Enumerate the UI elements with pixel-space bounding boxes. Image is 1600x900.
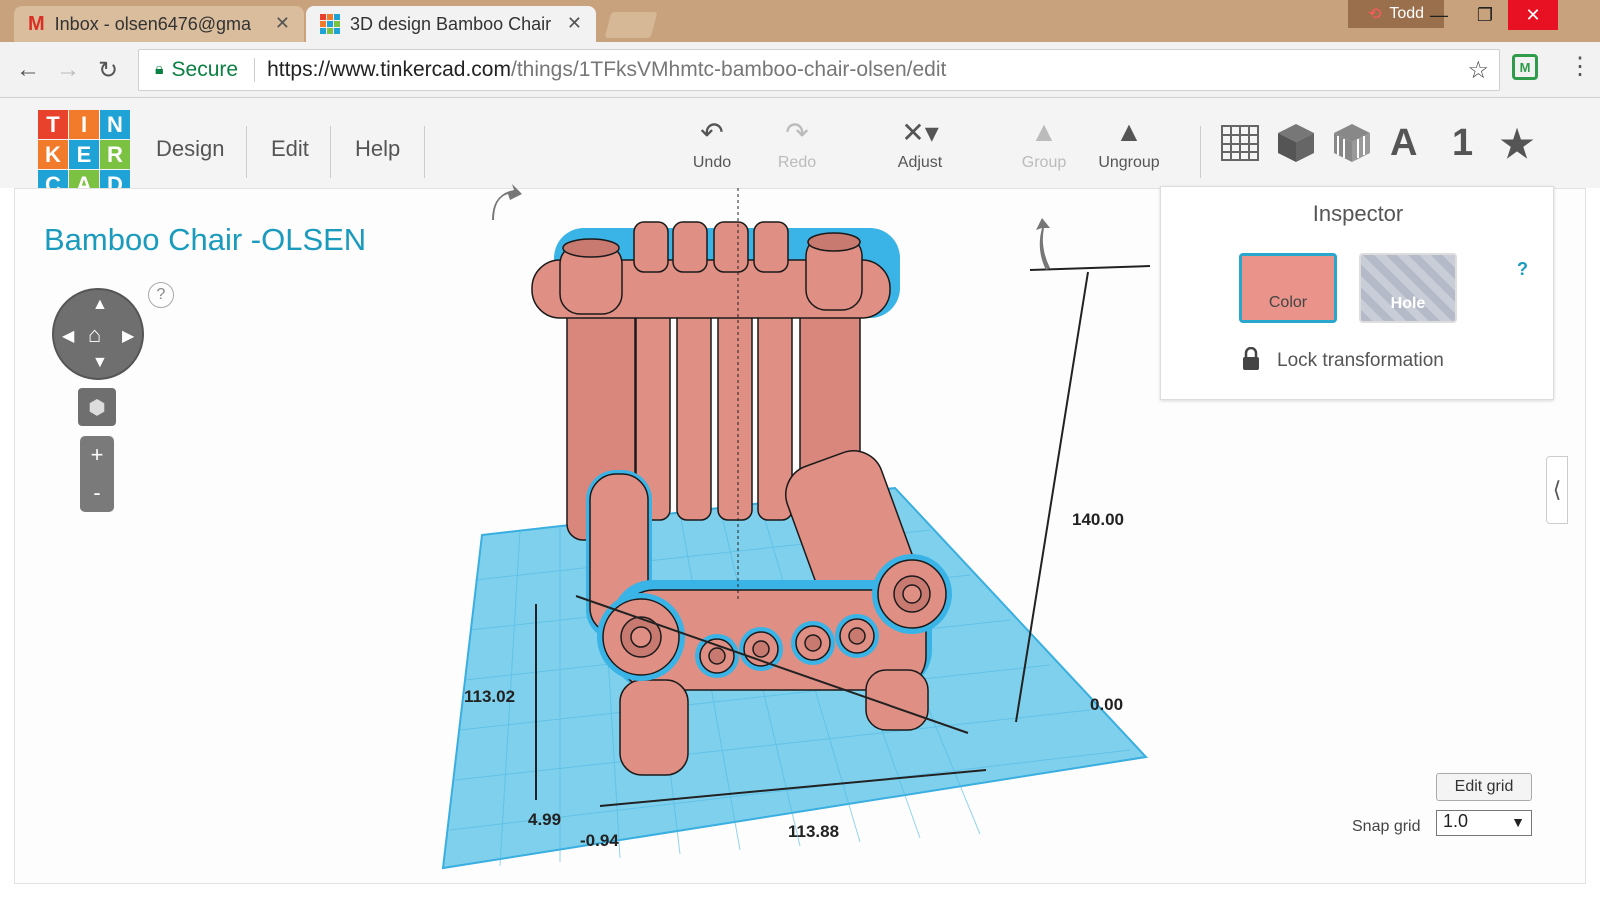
url-path: /things/1TFksVMhmtc-bamboo-chair-olsen/e…: [510, 58, 947, 81]
forward-icon[interactable]: →: [56, 56, 80, 84]
minimize-icon[interactable]: —: [1416, 0, 1462, 30]
box-shape-icon[interactable]: [1276, 122, 1316, 164]
snap-grid-label: Snap grid: [1352, 818, 1421, 835]
url-host: https://www.tinkercad.com: [267, 58, 511, 81]
tab-tinkercad-design[interactable]: 3D design Bamboo Chair ✕: [306, 6, 596, 42]
hole-box-icon[interactable]: [1332, 122, 1372, 164]
pan-up-icon[interactable]: ▲: [92, 296, 108, 314]
menu-help[interactable]: Help: [355, 136, 400, 162]
zoom-control: + -: [80, 436, 114, 512]
tinkercad-icon: [320, 14, 340, 34]
text-shape-icon[interactable]: A: [1390, 122, 1417, 165]
bookmark-star-icon[interactable]: ☆: [1467, 56, 1489, 85]
number-shape-icon[interactable]: 1: [1452, 122, 1473, 165]
reload-icon[interactable]: ↻: [98, 56, 118, 85]
tab-gmail-inbox[interactable]: M Inbox - olsen6476@gma ✕: [14, 6, 304, 42]
window-close-icon[interactable]: ✕: [1508, 0, 1558, 30]
browser-toolbar: ← → ↻ 🔒︎ Secure https://www.tinkercad.co…: [0, 42, 1600, 98]
menu-edit[interactable]: Edit: [271, 136, 309, 162]
favorites-star-icon[interactable]: ★: [1500, 122, 1534, 167]
menu-design[interactable]: Design: [156, 136, 224, 162]
logo-letter: E: [69, 140, 99, 169]
pan-left-icon[interactable]: ◀: [62, 326, 74, 346]
collapse-panel-button[interactable]: ⟨: [1546, 456, 1568, 524]
logo-letter: N: [100, 110, 130, 139]
redo-label: Redo: [777, 154, 817, 171]
secure-indicator[interactable]: 🔒︎ Secure: [139, 58, 256, 82]
group-button[interactable]: ▲ Group: [999, 116, 1089, 172]
inspector-title: Inspector: [1312, 201, 1404, 226]
profile-sync-icon: ⟲: [1367, 6, 1382, 23]
restore-icon[interactable]: ❐: [1462, 0, 1508, 30]
browser-tab-strip: M Inbox - olsen6476@gma ✕ 3D design Bamb…: [0, 0, 1600, 42]
logo-letter: K: [38, 140, 68, 169]
pan-down-icon[interactable]: ▼: [92, 354, 108, 372]
zoom-in-button[interactable]: +: [80, 436, 114, 474]
logo-letter: R: [100, 140, 130, 169]
group-icon: ▲: [1030, 116, 1058, 147]
pan-right-icon[interactable]: ▶: [122, 326, 134, 346]
zoom-out-button[interactable]: -: [80, 474, 114, 512]
logo-letter: I: [69, 110, 99, 139]
secure-label: Secure: [171, 58, 239, 81]
color-button[interactable]: Color: [1239, 253, 1337, 323]
redo-icon: ↷: [785, 117, 809, 148]
address-bar[interactable]: 🔒︎ Secure https://www.tinkercad.com/thin…: [138, 49, 1500, 91]
snap-grid-select[interactable]: 1.0 ▼: [1436, 810, 1532, 836]
close-tab-icon[interactable]: ✕: [567, 13, 582, 34]
adjust-button[interactable]: ✕▾ Adjust: [875, 116, 965, 172]
undo-label: Undo: [692, 154, 732, 171]
view-cube-icon[interactable]: ⬢: [78, 388, 116, 426]
tab-title: Inbox - olsen6476@gma: [54, 13, 252, 34]
ungroup-button[interactable]: ▲ Ungroup: [1084, 116, 1174, 172]
view-help-button[interactable]: ?: [148, 282, 174, 308]
hole-button[interactable]: Hole: [1359, 253, 1457, 323]
snap-grid-value: 1.0: [1443, 811, 1469, 831]
undo-button[interactable]: ↶ Undo: [667, 116, 757, 172]
home-view-icon[interactable]: ⌂: [88, 322, 101, 348]
extension-icon[interactable]: M: [1512, 54, 1538, 80]
inspector-panel: Inspector Color Hole ? Lock transformati…: [1160, 186, 1554, 400]
tab-title: 3D design Bamboo Chair: [350, 13, 552, 34]
tinkercad-header: TINKERCAD Design Edit Help ↶ Undo ↷ Redo…: [0, 98, 1600, 199]
lock-transformation-label[interactable]: Lock transformation: [1277, 350, 1444, 372]
redo-button[interactable]: ↷ Redo: [752, 116, 842, 172]
logo-letter: T: [38, 110, 68, 139]
menu-divider: [424, 126, 425, 178]
menu-divider: [330, 126, 331, 178]
group-label: Group: [1021, 154, 1067, 171]
lock-icon[interactable]: [1241, 347, 1261, 371]
tinkercad-logo[interactable]: TINKERCAD: [38, 110, 130, 200]
adjust-icon: ✕▾: [901, 117, 939, 148]
toolbar-divider: [1200, 126, 1201, 178]
back-icon[interactable]: ←: [16, 56, 40, 84]
view-navigation-disc[interactable]: ▲ ▼ ◀ ▶ ⌂: [52, 288, 144, 380]
ungroup-icon: ▲: [1115, 116, 1143, 147]
edit-grid-button[interactable]: Edit grid: [1436, 773, 1532, 801]
chrome-menu-icon[interactable]: ⋮: [1568, 52, 1592, 81]
lock-icon: 🔒︎: [155, 61, 164, 78]
page-title[interactable]: Bamboo Chair -OLSEN: [44, 222, 366, 258]
adjust-label: Adjust: [897, 154, 943, 171]
workplane-grid-icon[interactable]: [1220, 124, 1260, 162]
gmail-icon: M: [28, 12, 45, 35]
dropdown-arrow-icon: ▼: [1511, 814, 1525, 830]
new-tab-button[interactable]: [604, 12, 658, 38]
close-tab-icon[interactable]: ✕: [275, 13, 290, 34]
inspector-help-button[interactable]: ?: [1517, 259, 1528, 280]
menu-divider: [246, 126, 247, 178]
undo-icon: ↶: [700, 117, 724, 148]
ungroup-label: Ungroup: [1098, 154, 1160, 171]
